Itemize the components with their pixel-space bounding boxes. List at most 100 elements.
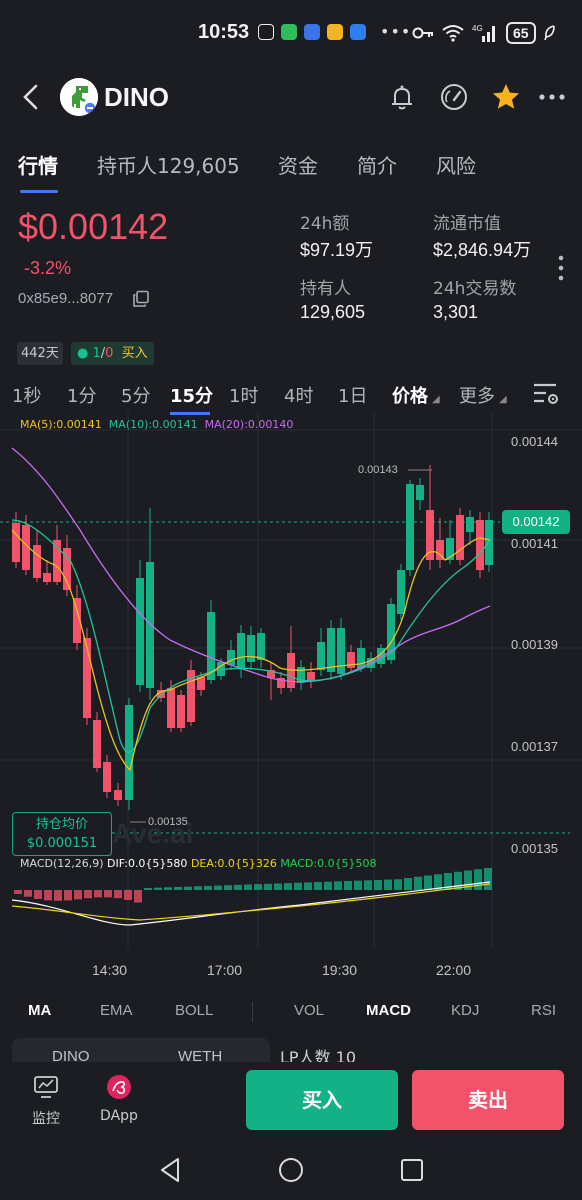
price-mode-dropdown[interactable]: 价格 ◢ [392,382,440,408]
star-icon[interactable] [490,81,522,113]
bell-icon[interactable] [386,81,418,113]
candle-body [207,612,215,680]
avg-cost-box[interactable]: 持仓均价 $0.000151 [12,812,112,856]
indicator-vol[interactable]: VOL [294,1002,324,1019]
indicator-macd[interactable]: MACD [366,1002,411,1019]
lp-pair-b[interactable]: WETH [178,1048,222,1062]
macd-histogram-bar [404,878,412,890]
stat-holders-label: 持有人 [300,279,351,299]
token-logo [60,78,98,116]
avg-cost-value: $0.000151 [26,836,98,851]
status-bar: 10:53 ••• 4G 65 [0,0,582,68]
candle-body [177,695,185,728]
x-axis-label: 22:00 [436,962,472,978]
more-vertical-icon[interactable] [556,254,566,282]
stat-tx24-label: 24h交易数 [433,279,517,299]
interval-1s[interactable]: 1秒 [12,382,41,408]
macd-histogram-bar [234,884,242,890]
lp-pair-tabs[interactable]: DINO WETH [12,1038,270,1062]
interval-selector: 1秒 1分 5分 15分 1时 4时 1日 价格 ◢ 更多 ◢ [0,376,582,416]
y-axis-label: 0.00144 [511,434,558,449]
contract-address: 0x85e9...8077 [18,290,114,307]
gauge-icon[interactable] [438,81,470,113]
current-price-tag: 0.00142 [502,510,570,534]
interval-1h[interactable]: 1时 [229,382,258,408]
chart-settings-icon[interactable] [532,382,560,406]
macd-histogram-bar [394,879,402,890]
stat-mcap-value: $2,846.94万 [433,240,532,260]
dino-logo-icon [60,78,98,116]
candle-body [397,570,405,614]
tiktok-icon [258,24,274,40]
nav-home-icon[interactable] [277,1156,305,1184]
candle-body [43,573,51,582]
macd-histogram-bar [64,890,72,901]
nav-recents-icon[interactable] [398,1156,426,1184]
candlestick-chart[interactable] [0,412,582,998]
interval-1m[interactable]: 1分 [67,382,96,408]
tab-intro[interactable]: 简介 [357,150,397,179]
indicator-ema[interactable]: EMA [100,1002,133,1019]
indicator-kdj[interactable]: KDJ [451,1002,479,1019]
dapp-button[interactable]: DApp [89,1074,149,1124]
tab-market[interactable]: 行情 [18,150,58,179]
indicator-boll[interactable]: BOLL [175,1002,213,1019]
more-intervals-dropdown[interactable]: 更多 ◢ [459,382,507,408]
nav-back-icon[interactable] [157,1156,185,1184]
back-arrow-icon[interactable] [18,82,44,112]
macd-histogram-bar [104,890,112,898]
candle-body [103,762,111,792]
interval-5m[interactable]: 5分 [121,382,150,408]
macd-histogram-bar [374,879,382,890]
macd-histogram-bar [24,890,32,897]
candle-body [317,642,325,670]
macd-histogram-bar [264,883,272,890]
indicator-ma[interactable]: MA [28,1002,51,1019]
lp-pair-a[interactable]: DINO [52,1048,90,1062]
macd-histogram-bar [114,890,122,899]
monitor-icon [34,1076,58,1098]
candle-body [357,648,365,668]
macd-histogram-bar [14,890,22,894]
copy-icon[interactable] [132,290,150,308]
tab-risk[interactable]: 风险 [436,150,476,179]
stat-mcap-label: 流通市值 [433,214,501,234]
buy-button[interactable]: 买入 [246,1070,398,1130]
more-horizontal-icon[interactable] [536,81,568,113]
macd-histogram-bar [354,880,362,890]
macd-histogram-bar [134,890,142,903]
app-icon [304,24,320,40]
money-bag-icon: ● [77,346,89,361]
token-name: DINO [104,82,169,112]
macd-histogram-bar [34,890,42,899]
macd-histogram-bar [94,890,102,898]
sell-button[interactable]: 卖出 [412,1070,564,1130]
battery-indicator: 65 [506,22,536,44]
candle-body [146,562,154,688]
indicator-rsi[interactable]: RSI [531,1002,556,1019]
candle-body [237,633,245,668]
macd-histogram-bar [194,886,202,890]
candle-body [476,520,484,570]
tab-active-indicator [20,190,58,193]
tab-holders[interactable]: 持币人129,605 [97,150,240,179]
candle-body [466,517,474,532]
key-icon [412,27,433,39]
macd-histogram-bar [174,886,182,890]
monitor-button[interactable]: 监控 [16,1074,76,1128]
buy-ratio-tag[interactable]: ● 1/0 买入 [71,342,154,365]
x-axis-label: 14:30 [92,962,128,978]
stat-vol24-label: 24h额 [300,214,350,234]
interval-15m[interactable]: 15分 [170,382,213,408]
macd-histogram-bar [414,876,422,890]
wifi-icon [442,25,464,42]
signal-icon: 4G [472,24,495,42]
y-axis-label: 0.00137 [511,739,558,754]
interval-1d[interactable]: 1日 [338,382,367,408]
macd-histogram-bar [144,888,152,890]
candle-body [33,545,41,578]
candle-body [136,578,144,685]
interval-4h[interactable]: 4时 [284,382,313,408]
tab-funds[interactable]: 资金 [278,150,318,179]
candle-body [227,650,235,665]
